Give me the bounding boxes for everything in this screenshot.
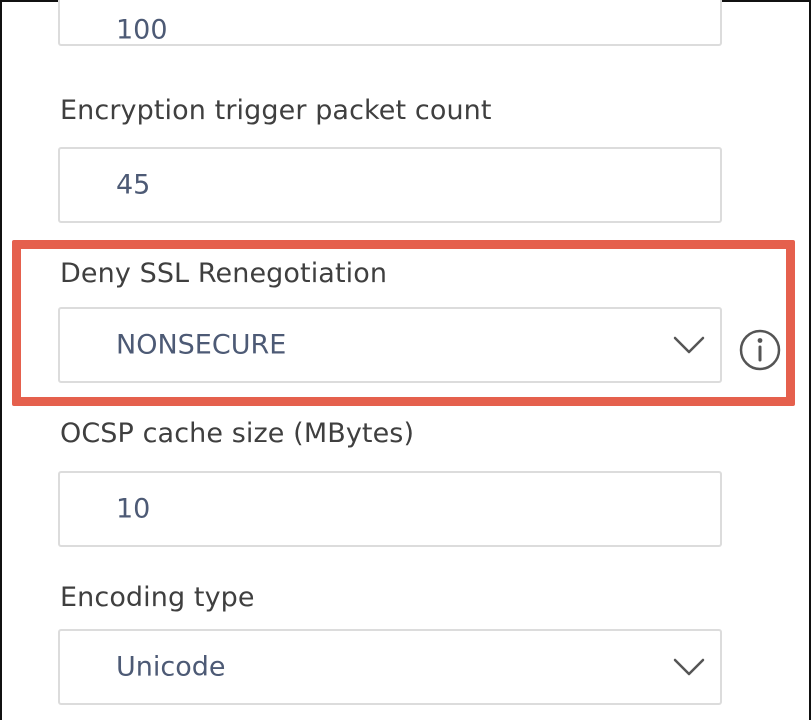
encoding-type-label: Encoding type <box>60 582 255 613</box>
encoding-type-value: Unicode <box>116 651 226 683</box>
deny-ssl-renegotiation-value: NONSECURE <box>116 329 287 361</box>
deny-ssl-renegotiation-label: Deny SSL Renegotiation <box>60 258 388 289</box>
previous-field-value: 100 <box>116 14 168 46</box>
encoding-type-select[interactable]: Unicode <box>58 629 722 705</box>
ocsp-cache-size-input[interactable]: 10 <box>58 471 722 547</box>
chevron-down-icon <box>673 658 705 676</box>
encryption-trigger-label: Encryption trigger packet count <box>60 95 492 126</box>
deny-ssl-renegotiation-select[interactable]: NONSECURE <box>58 307 722 383</box>
ocsp-cache-size-label: OCSP cache size (MBytes) <box>60 418 415 449</box>
ocsp-cache-size-value: 10 <box>116 493 151 525</box>
info-icon[interactable] <box>737 327 783 373</box>
encryption-trigger-value: 45 <box>116 169 151 201</box>
previous-field-input[interactable]: 100 <box>58 0 722 46</box>
chevron-down-icon <box>673 336 705 354</box>
encryption-trigger-input[interactable]: 45 <box>58 147 722 223</box>
